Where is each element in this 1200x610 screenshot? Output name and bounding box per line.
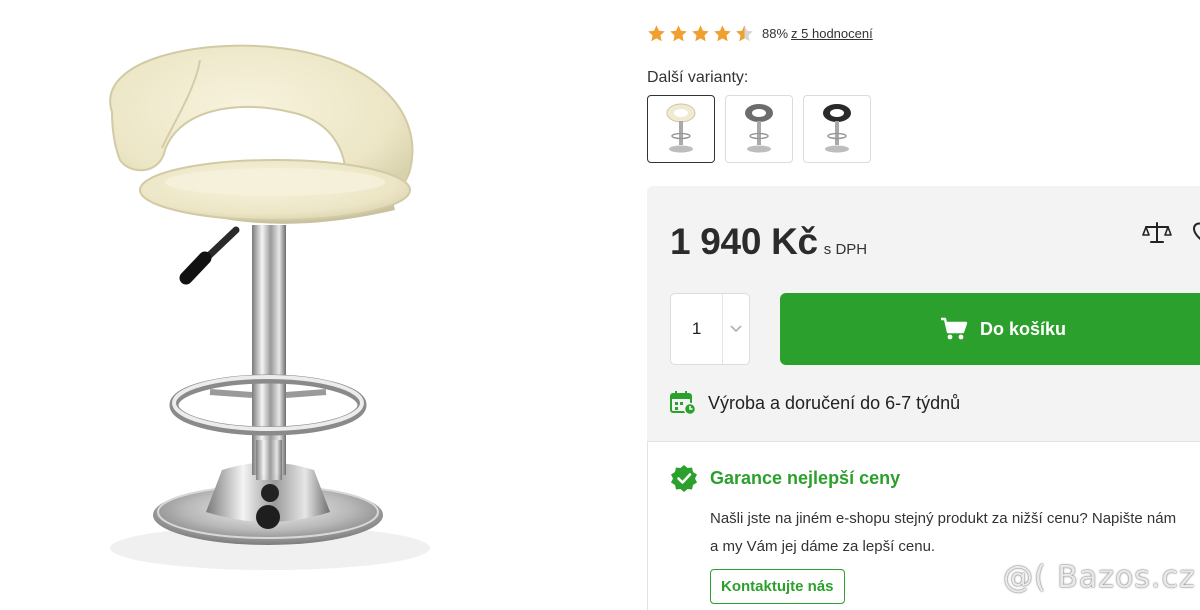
variant-black[interactable] bbox=[803, 95, 871, 163]
variant-black-thumbnail bbox=[823, 104, 851, 153]
quantity-selector[interactable]: 1 bbox=[670, 293, 750, 365]
chevron-down-icon bbox=[730, 325, 742, 333]
bar-stool-illustration bbox=[109, 44, 430, 570]
add-to-cart-button[interactable]: Do košíku bbox=[780, 293, 1200, 365]
star-full-icon bbox=[692, 25, 709, 42]
variant-cream[interactable] bbox=[647, 95, 715, 163]
compare-scale-icon[interactable] bbox=[1142, 220, 1172, 246]
contact-us-button[interactable]: Kontaktujte nás bbox=[710, 569, 845, 604]
product-rating: 88% z 5 hodnocení bbox=[647, 24, 873, 43]
quantity-dropdown-toggle[interactable] bbox=[722, 294, 749, 364]
star-full-icon bbox=[714, 25, 731, 42]
star-half-icon bbox=[736, 25, 753, 42]
guarantee-title: Garance nejlepší ceny bbox=[710, 467, 901, 488]
add-to-cart-label: Do košíku bbox=[980, 318, 1067, 339]
delivery-text: Výroba a doručení do 6-7 týdnů bbox=[708, 392, 961, 413]
guarantee-header: Garance nejlepší ceny bbox=[670, 464, 900, 492]
calendar-delivery-icon bbox=[670, 391, 696, 416]
variant-cream-thumbnail bbox=[666, 103, 696, 153]
variants-label: Další varianty: bbox=[647, 69, 749, 86]
shopping-cart-icon bbox=[941, 317, 968, 340]
delivery-info: Výroba a doručení do 6-7 týdnů bbox=[670, 390, 960, 416]
guarantee-text-line2: a my Vám jej dáme za lepší cenu. bbox=[710, 538, 936, 555]
product-price: 1 940 Kč bbox=[670, 221, 818, 262]
variant-grey-thumbnail bbox=[745, 104, 773, 153]
wishlist-heart-icon[interactable] bbox=[1192, 220, 1200, 246]
star-full-icon bbox=[648, 25, 665, 42]
product-image[interactable] bbox=[0, 0, 600, 610]
price-vat-note: s DPH bbox=[823, 241, 868, 258]
rating-stars bbox=[647, 24, 754, 43]
reviews-link[interactable]: z 5 hodnocení bbox=[791, 26, 873, 41]
quantity-value[interactable]: 1 bbox=[671, 294, 722, 364]
price-row: 1 940 Kč s DPH bbox=[670, 221, 867, 263]
rating-percent: 88% bbox=[762, 26, 789, 41]
bazos-watermark: @( Bazos.cz bbox=[1003, 560, 1196, 595]
guarantee-text-line1: Našli jste na jiném e-shopu stejný produ… bbox=[710, 510, 1177, 527]
buy-box: 1 940 Kč s DPH 1 Do košíku Výroba a doru… bbox=[647, 186, 1200, 446]
guarantee-description: Našli jste na jiném e-shopu stejný produ… bbox=[710, 505, 1200, 561]
verified-check-icon bbox=[671, 465, 697, 492]
star-full-icon bbox=[670, 25, 687, 42]
variant-grey[interactable] bbox=[725, 95, 793, 163]
variant-list bbox=[647, 95, 871, 163]
